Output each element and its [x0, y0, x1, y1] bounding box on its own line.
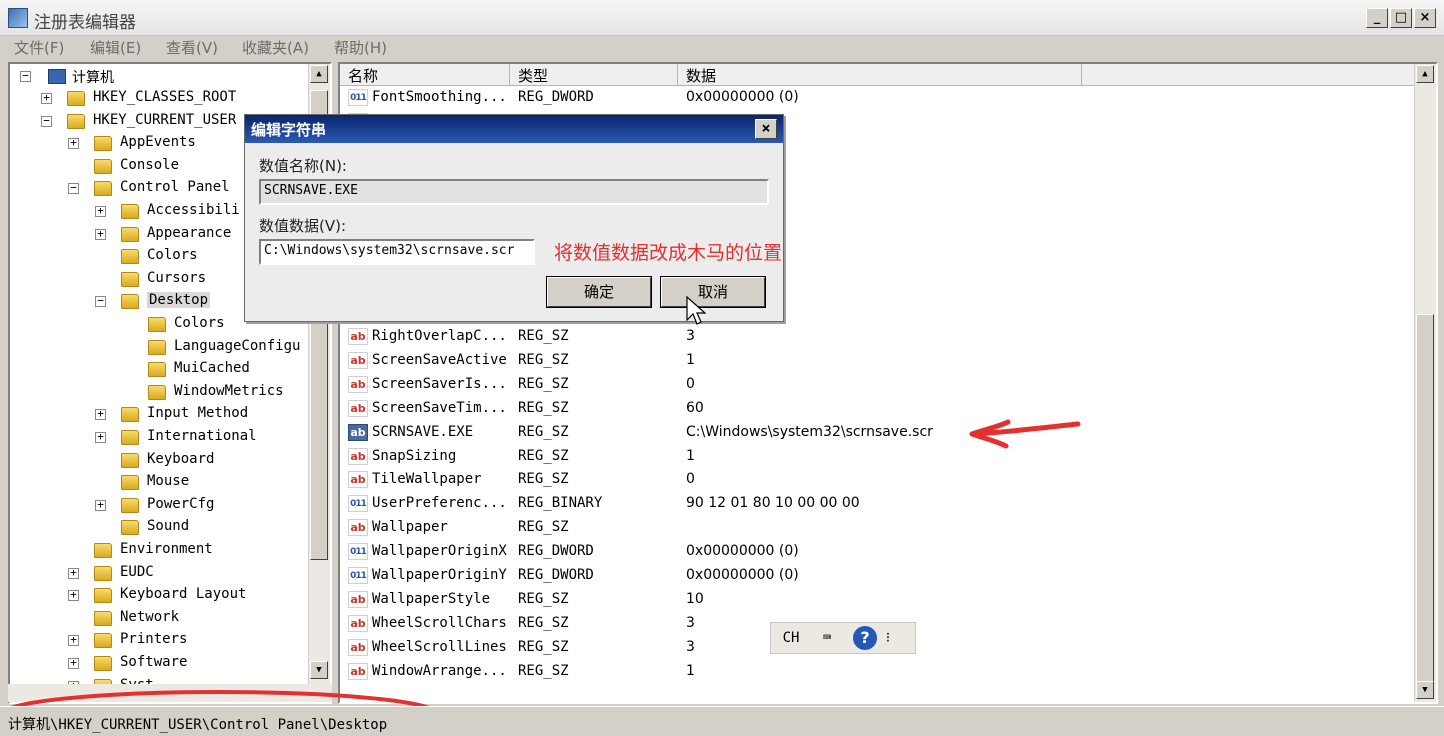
- value-data-input[interactable]: C:\Windows\system32\scrnsave.scr: [259, 239, 535, 265]
- dialog-title: 编辑字符串: [245, 115, 783, 143]
- dialog-close-button[interactable]: ×: [755, 119, 777, 139]
- value-name-field: SCRNSAVE.EXE: [259, 179, 769, 205]
- mouse-cursor-icon: [686, 296, 706, 325]
- status-bar: 计算机\HKEY_CURRENT_USER\Control Panel\Desk…: [0, 706, 1444, 736]
- ime-options-icon[interactable]: ⁝: [881, 625, 895, 651]
- keyboard-icon[interactable]: ⌨: [811, 625, 843, 651]
- annotation-text: 将数值数据改成木马的位置: [554, 242, 783, 264]
- status-path: 计算机\HKEY_CURRENT_USER\Control Panel\Desk…: [8, 717, 388, 733]
- value-name-label: 数值名称(N):: [259, 157, 347, 175]
- ok-button[interactable]: 确定: [546, 276, 652, 308]
- annotation-overlay: [0, 419, 1081, 736]
- ime-toolbar: CH ⌨ ? ⁝: [770, 622, 916, 654]
- cancel-button[interactable]: 取消: [660, 276, 766, 308]
- help-icon[interactable]: ?: [853, 626, 877, 650]
- value-data-label: 数值数据(V):: [259, 217, 347, 235]
- ime-language[interactable]: CH: [775, 625, 807, 651]
- red-arrow-annotation: [969, 419, 1081, 449]
- edit-string-dialog: 编辑字符串 × 数值名称(N): SCRNSAVE.EXE 数值数据(V): C…: [244, 114, 784, 322]
